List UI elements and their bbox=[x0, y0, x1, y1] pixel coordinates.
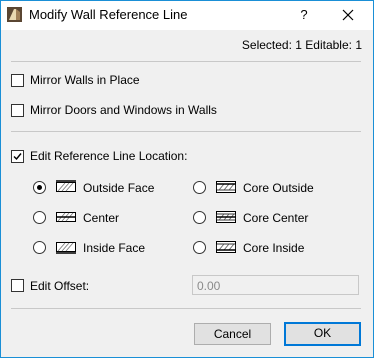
radio-inside-face[interactable] bbox=[33, 241, 46, 254]
divider bbox=[11, 131, 361, 132]
mirror-doors-windows-label[interactable]: Mirror Doors and Windows in Walls bbox=[30, 103, 217, 117]
wall-outside-face-icon bbox=[56, 180, 76, 192]
help-button[interactable]: ? bbox=[292, 5, 316, 25]
mirror-walls-checkbox[interactable] bbox=[11, 74, 24, 87]
wall-core-outside-icon bbox=[216, 181, 236, 193]
radio-center[interactable] bbox=[33, 211, 46, 224]
checkmark-icon bbox=[13, 153, 22, 161]
offset-value-field[interactable]: 0.00 bbox=[192, 275, 359, 295]
radio-label-outside-face[interactable]: Outside Face bbox=[83, 181, 154, 195]
radio-label-core-center[interactable]: Core Center bbox=[243, 211, 308, 225]
mirror-walls-label[interactable]: Mirror Walls in Place bbox=[30, 73, 140, 87]
radio-label-center[interactable]: Center bbox=[83, 211, 119, 225]
edit-reference-line-label[interactable]: Edit Reference Line Location: bbox=[30, 149, 187, 163]
radio-label-inside-face[interactable]: Inside Face bbox=[83, 241, 145, 255]
title-bar[interactable]: Modify Wall Reference Line ? bbox=[1, 1, 373, 30]
radio-outside-face[interactable] bbox=[33, 181, 46, 194]
radio-core-outside[interactable] bbox=[193, 181, 206, 194]
radio-core-center[interactable] bbox=[193, 211, 206, 224]
radio-selected-dot bbox=[37, 185, 42, 190]
cancel-button[interactable]: Cancel bbox=[194, 323, 271, 345]
radio-core-inside[interactable] bbox=[193, 241, 206, 254]
wall-inside-face-icon bbox=[56, 242, 76, 254]
radio-label-core-outside[interactable]: Core Outside bbox=[243, 181, 314, 195]
wall-core-inside-icon bbox=[216, 241, 236, 253]
edit-offset-label[interactable]: Edit Offset: bbox=[30, 279, 89, 293]
app-icon bbox=[7, 7, 22, 22]
close-icon[interactable] bbox=[335, 4, 361, 26]
modify-wall-reference-line-dialog: Modify Wall Reference Line ? Selected: 1… bbox=[0, 0, 374, 358]
selection-status: Selected: 1 Editable: 1 bbox=[241, 38, 362, 52]
edit-reference-line-checkbox[interactable] bbox=[11, 150, 24, 163]
edit-offset-checkbox[interactable] bbox=[11, 279, 24, 292]
divider bbox=[11, 61, 361, 62]
wall-core-center-icon bbox=[216, 211, 236, 223]
ok-button[interactable]: OK bbox=[284, 322, 361, 346]
window-title: Modify Wall Reference Line bbox=[29, 7, 188, 22]
divider bbox=[11, 308, 361, 309]
radio-label-core-inside[interactable]: Core Inside bbox=[243, 241, 304, 255]
wall-center-icon bbox=[56, 212, 76, 222]
mirror-doors-windows-checkbox[interactable] bbox=[11, 104, 24, 117]
